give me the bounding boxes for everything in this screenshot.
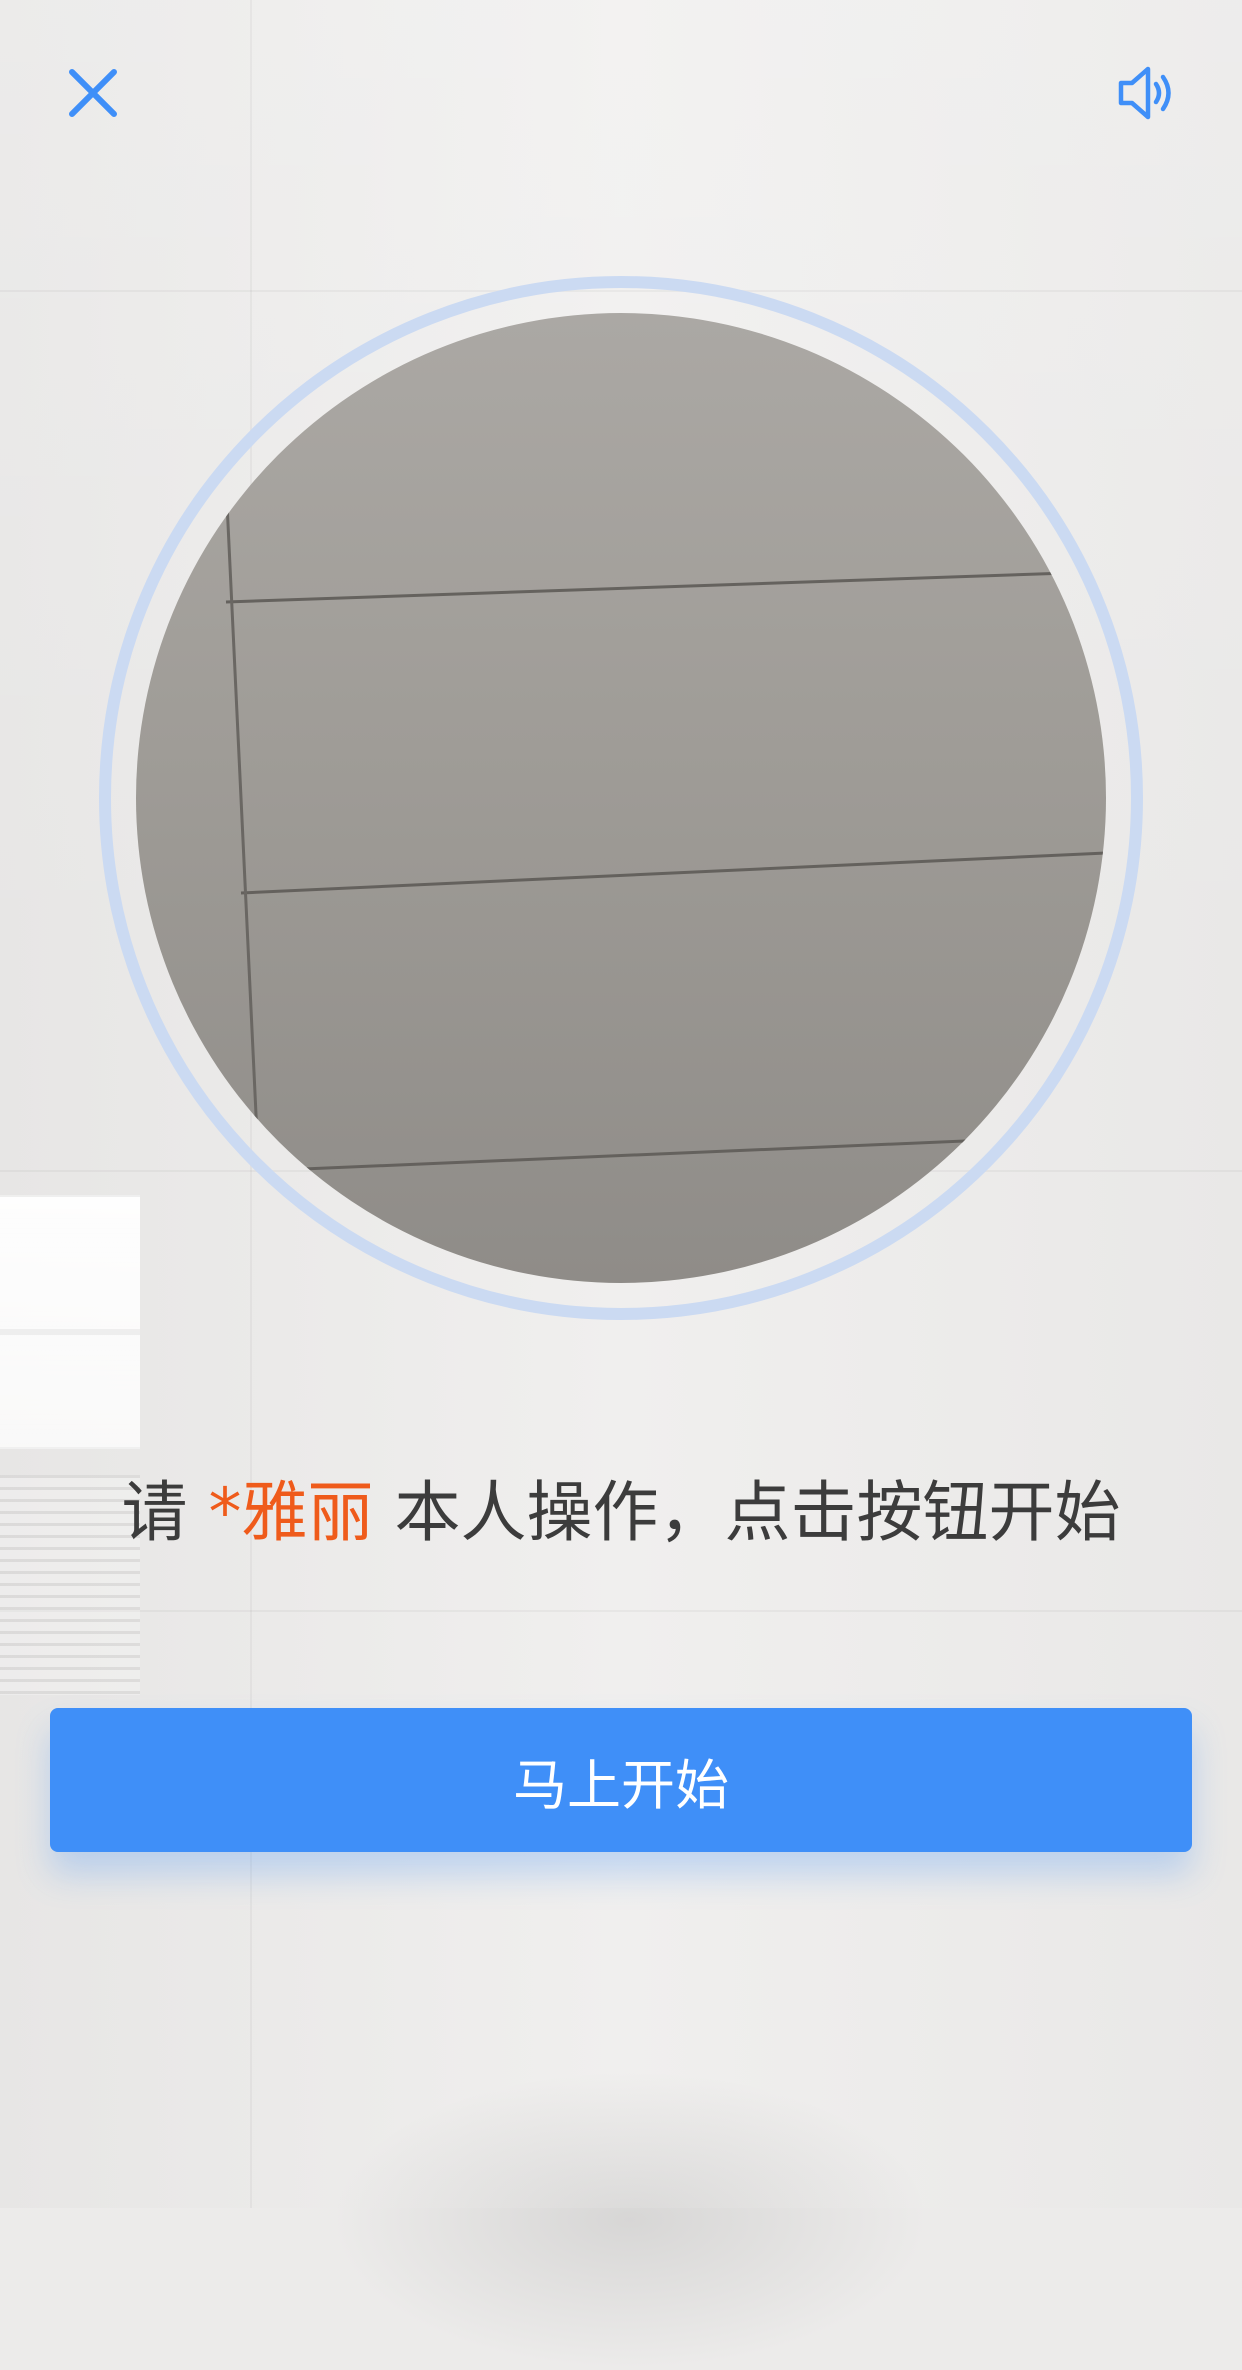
blurred-foreground <box>330 2070 930 2370</box>
sound-button[interactable] <box>1100 45 1196 141</box>
user-name: *雅丽 <box>208 1474 374 1551</box>
camera-preview <box>136 313 1106 1283</box>
ceiling-vent <box>0 1195 140 1449</box>
close-icon <box>69 69 117 117</box>
close-button[interactable] <box>45 45 141 141</box>
prompt-suffix: 本人操作，点击按钮开始 <box>394 1474 1121 1551</box>
prompt-prefix: 请 <box>121 1474 188 1551</box>
start-now-button[interactable]: 马上开始 <box>50 1708 1192 1852</box>
ceiling-line <box>0 1610 1242 1612</box>
identity-prompt: 请 *雅丽 本人操作，点击按钮开始 <box>0 1468 1242 1558</box>
camera-feed <box>216 313 1106 1283</box>
speaker-icon <box>1118 66 1171 120</box>
